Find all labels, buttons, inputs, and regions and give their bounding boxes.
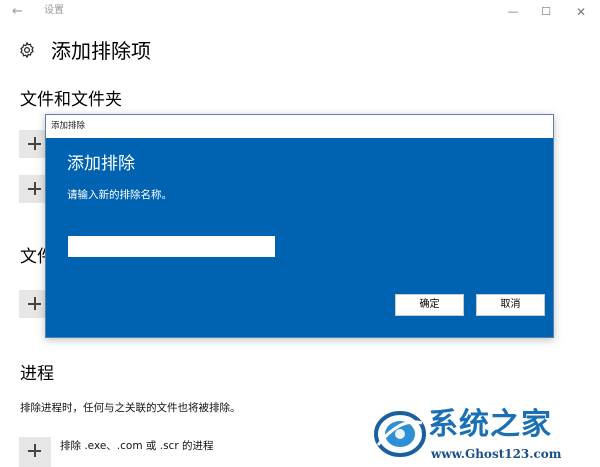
add-process-button[interactable] (19, 437, 51, 467)
dialog-prompt: 请输入新的排除名称。 (67, 189, 172, 201)
ok-button[interactable]: 确定 (395, 294, 464, 316)
watermark-name: 系统之家 (428, 407, 552, 442)
maximize-icon[interactable]: ☐ (531, 2, 561, 22)
title-bar: ← 设置 — ☐ ✕ (0, 0, 600, 24)
cancel-button[interactable]: 取消 (476, 294, 545, 316)
minimize-icon[interactable]: — (498, 2, 528, 22)
dialog-body: 添加排除 请输入新的排除名称。 确定 取消 (46, 138, 553, 337)
add-exclusion-dialog: 添加排除 添加排除 请输入新的排除名称。 确定 取消 (45, 114, 554, 338)
dialog-title-bar: 添加排除 (46, 115, 553, 137)
dialog-caption: 添加排除 (51, 121, 86, 131)
page-title: 添加排除项 (51, 39, 151, 63)
watermark-url: www.Ghost123.com (431, 447, 562, 461)
section-title-processes: 进程 (20, 364, 54, 384)
dialog-heading: 添加排除 (67, 154, 135, 174)
add-process-label[interactable]: 排除 .exe、.com 或 .scr 的进程 (60, 439, 213, 453)
gear-icon (20, 41, 34, 59)
section-title-files-and-folders: 文件和文件夹 (20, 90, 122, 110)
exclusion-name-input[interactable] (68, 236, 275, 257)
app-title: 设置 (44, 5, 64, 16)
close-icon[interactable]: ✕ (566, 2, 596, 22)
section-description-processes: 排除进程时，任何与之关联的文件也将被排除。 (20, 402, 241, 414)
watermark-logo (374, 411, 426, 457)
arrow-left-icon[interactable]: ← (12, 2, 23, 22)
